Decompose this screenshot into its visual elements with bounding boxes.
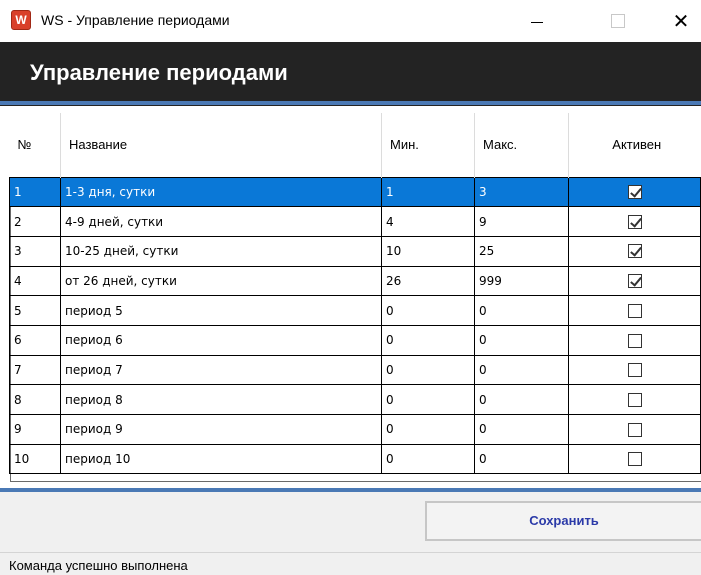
cell-name[interactable]: период 6: [60, 324, 382, 356]
cell-name[interactable]: 10-25 дней, сутки: [60, 235, 382, 267]
cell-active: [568, 235, 701, 267]
table-row[interactable]: 9 период 900: [9, 414, 701, 445]
save-button[interactable]: Сохранить: [425, 501, 701, 541]
cell-min[interactable]: 0: [381, 354, 475, 386]
column-header-max[interactable]: Макс.: [474, 113, 569, 177]
active-checkbox[interactable]: [627, 214, 642, 229]
cell-name[interactable]: 4-9 дней, сутки: [60, 206, 382, 237]
cell-number[interactable]: 9: [9, 414, 61, 445]
cell-active: [568, 324, 701, 356]
active-checkbox[interactable]: [627, 303, 642, 318]
cell-max[interactable]: 3: [474, 176, 569, 208]
close-icon: ✕: [672, 9, 690, 33]
cell-number[interactable]: 5: [9, 295, 61, 326]
cell-active: [568, 443, 701, 475]
cell-min[interactable]: 10: [381, 235, 475, 267]
active-checkbox[interactable]: [627, 244, 642, 259]
close-button[interactable]: ✕: [663, 6, 699, 36]
cell-name[interactable]: период 7: [60, 354, 382, 386]
active-checkbox[interactable]: [627, 274, 642, 289]
cell-min[interactable]: 0: [381, 324, 475, 356]
cell-name[interactable]: период 5: [60, 295, 382, 326]
cell-active: [568, 176, 701, 208]
table-row[interactable]: 1 1-3 дня, сутки 1 3: [9, 176, 701, 208]
active-checkbox[interactable]: [627, 333, 642, 348]
cell-max[interactable]: 0: [474, 414, 569, 445]
table-row[interactable]: 4 от 26 дней, сутки 26 999: [9, 265, 701, 297]
cell-max[interactable]: 0: [474, 295, 569, 326]
maximize-button[interactable]: [601, 6, 637, 36]
minimize-button[interactable]: [518, 6, 554, 36]
column-header-active[interactable]: Активен: [568, 113, 701, 177]
active-checkbox[interactable]: [627, 422, 642, 437]
cell-max[interactable]: 999: [474, 265, 569, 297]
column-header-min[interactable]: Мин.: [381, 113, 475, 177]
cell-number[interactable]: 7: [9, 354, 61, 386]
cell-name[interactable]: от 26 дней, сутки: [60, 265, 382, 297]
cell-active: [568, 265, 701, 297]
cell-max[interactable]: 0: [474, 443, 569, 475]
cell-min[interactable]: 0: [381, 414, 475, 445]
page-header: Управление периодами: [0, 42, 701, 106]
window-title: WS - Управление периодами: [41, 12, 230, 28]
table-row[interactable]: 7 период 700: [9, 354, 701, 386]
cell-active: [568, 384, 701, 415]
title-bar: W WS - Управление периодами ✕: [0, 0, 701, 42]
cell-number[interactable]: 3: [9, 235, 61, 267]
status-text: Команда успешно выполнена: [9, 558, 188, 573]
active-checkbox[interactable]: [627, 392, 642, 407]
active-checkbox[interactable]: [627, 185, 642, 200]
table-row[interactable]: 8 период 800: [9, 384, 701, 415]
status-bar: Команда успешно выполнена: [0, 552, 701, 575]
cell-min[interactable]: 0: [381, 295, 475, 326]
cell-min[interactable]: 1: [381, 176, 475, 208]
cell-max[interactable]: 25: [474, 235, 569, 267]
app-icon: W: [11, 10, 31, 30]
cell-number[interactable]: 4: [9, 265, 61, 297]
table-row[interactable]: 6 период 600: [9, 324, 701, 356]
cell-name[interactable]: 1-3 дня, сутки: [60, 176, 382, 208]
table-row[interactable]: 3 10-25 дней, сутки 10 25: [9, 235, 701, 267]
cell-max[interactable]: 9: [474, 206, 569, 237]
page-title: Управление периодами: [30, 60, 288, 85]
cell-name[interactable]: период 8: [60, 384, 382, 415]
cell-min[interactable]: 4: [381, 206, 475, 237]
cell-min[interactable]: 0: [381, 443, 475, 475]
table-row[interactable]: 2 4-9 дней, сутки 4 9: [9, 206, 701, 237]
cell-active: [568, 206, 701, 237]
periods-grid: № Название Мин. Макс. Активен 1 1-3 дня, …: [9, 113, 701, 475]
cell-number[interactable]: 10: [9, 443, 61, 475]
cell-max[interactable]: 0: [474, 324, 569, 356]
cell-active: [568, 414, 701, 445]
cell-min[interactable]: 26: [381, 265, 475, 297]
cell-name[interactable]: период 10: [60, 443, 382, 475]
grid-header-row: № Название Мин. Макс. Активен: [9, 113, 701, 177]
active-checkbox[interactable]: [627, 363, 642, 378]
header-divider: [0, 101, 701, 105]
table-row[interactable]: 5 период 500: [9, 295, 701, 326]
cell-number[interactable]: 8: [9, 384, 61, 415]
cell-number[interactable]: 2: [9, 206, 61, 237]
column-header-number[interactable]: №: [9, 113, 61, 177]
active-checkbox[interactable]: [627, 452, 642, 467]
cell-active: [568, 354, 701, 386]
cell-number[interactable]: 1: [9, 176, 61, 208]
table-row[interactable]: 10 период 10 0 0: [9, 443, 701, 475]
cell-max[interactable]: 0: [474, 354, 569, 386]
cell-name[interactable]: период 9: [60, 414, 382, 445]
cell-min[interactable]: 0: [381, 384, 475, 415]
cell-active: [568, 295, 701, 326]
column-header-name[interactable]: Название: [60, 113, 382, 177]
cell-number[interactable]: 6: [9, 324, 61, 356]
cell-max[interactable]: 0: [474, 384, 569, 415]
